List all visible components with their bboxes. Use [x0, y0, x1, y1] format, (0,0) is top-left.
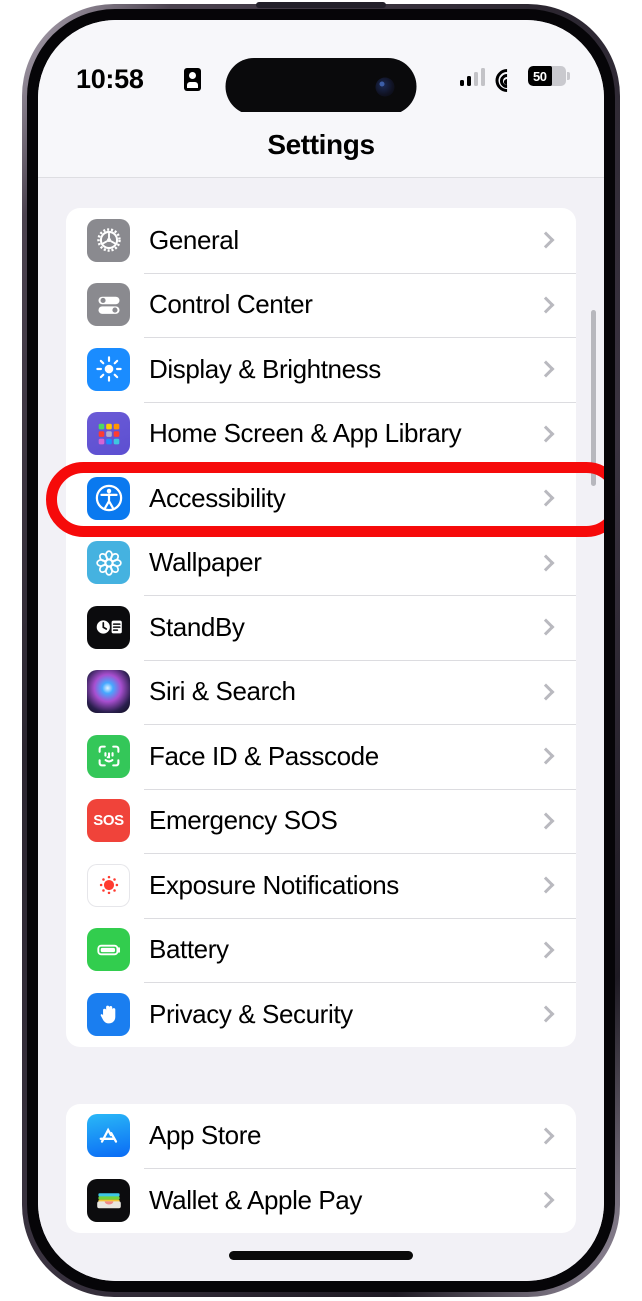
sidebar-item-battery[interactable]: Battery	[66, 917, 576, 983]
battery-cap	[567, 72, 570, 80]
face-id-icon	[87, 734, 130, 778]
chevron-right-icon	[537, 747, 555, 765]
sidebar-item-privacy-security[interactable]: Privacy & Security	[66, 982, 576, 1047]
sidebar-item-label: Siri & Search	[149, 676, 296, 707]
sidebar-item-label: Display & Brightness	[149, 353, 381, 384]
sidebar-item-control-center[interactable]: Control Center	[66, 272, 576, 338]
dynamic-island[interactable]	[225, 58, 417, 115]
app-grid-icon	[87, 412, 130, 456]
sidebar-item-siri-search[interactable]: Siri & Search	[66, 659, 576, 725]
sidebar-item-label: StandBy	[149, 611, 245, 642]
exposure-dot-icon	[87, 863, 130, 907]
sidebar-item-label: Home Screen & App Library	[149, 418, 462, 449]
sidebar-item-label: App Store	[149, 1120, 262, 1151]
nav-bar: Settings	[38, 112, 604, 178]
cellular-signal-icon	[459, 67, 485, 86]
battery-level-text: 50	[532, 68, 547, 84]
chevron-right-icon	[537, 876, 555, 894]
page-title: Settings	[267, 128, 375, 160]
accessibility-icon	[87, 476, 130, 520]
sidebar-item-label: Control Center	[149, 289, 313, 320]
earpiece-speaker	[256, 2, 386, 8]
gear-icon	[87, 218, 130, 262]
battery-icon: 50	[528, 66, 566, 86]
settings-group-primary: General Control Center Display & Brightn…	[66, 208, 576, 1047]
wallet-icon	[87, 1178, 130, 1222]
wifi-icon	[490, 63, 523, 97]
battery-status: 50	[528, 66, 570, 86]
sidebar-item-label: Emergency SOS	[149, 805, 338, 836]
sidebar-item-label: Exposure Notifications	[149, 869, 399, 900]
chevron-right-icon	[537, 683, 555, 701]
status-time: 10:58	[76, 64, 144, 94]
sidebar-item-accessibility[interactable]: Accessibility	[66, 466, 576, 531]
sidebar-item-standby[interactable]: StandBy	[66, 595, 576, 660]
id-card-icon	[184, 68, 201, 91]
brightness-sun-icon	[87, 347, 130, 391]
battery-icon	[87, 928, 130, 972]
sidebar-item-label: Battery	[149, 934, 229, 965]
chevron-right-icon	[537, 941, 555, 959]
status-bar: 10:58 50	[38, 20, 604, 115]
sidebar-item-label: Accessibility	[149, 482, 286, 513]
sidebar-item-home-screen[interactable]: Home Screen & App Library	[66, 401, 576, 467]
battery-fill: 50	[528, 66, 552, 86]
sidebar-item-wallpaper[interactable]: Wallpaper	[66, 530, 576, 596]
flower-icon	[87, 541, 130, 585]
status-indicators: 50	[459, 63, 570, 97]
toggles-icon	[87, 283, 130, 327]
chevron-right-icon	[537, 360, 555, 378]
phone-bezel: 10:58 50 Settings General Control Center…	[27, 2, 615, 1292]
chevron-right-icon	[537, 1191, 555, 1209]
sidebar-item-label: Wallet & Apple Pay	[149, 1184, 362, 1215]
sidebar-item-label: Privacy & Security	[149, 998, 353, 1029]
sidebar-item-display-brightness[interactable]: Display & Brightness	[66, 337, 576, 402]
standby-clock-icon	[87, 605, 130, 649]
sidebar-item-exposure-notifications[interactable]: Exposure Notifications	[66, 853, 576, 918]
chevron-right-icon	[537, 296, 555, 314]
sidebar-item-wallet-apple-pay[interactable]: Wallet & Apple Pay	[66, 1168, 576, 1233]
phone-screen: 10:58 50 Settings General Control Center…	[38, 20, 604, 1281]
hand-icon	[87, 992, 130, 1036]
sidebar-item-label: General	[149, 224, 239, 255]
sidebar-item-label: Face ID & Passcode	[149, 740, 379, 771]
app-store-icon	[87, 1114, 130, 1158]
chevron-right-icon	[537, 554, 555, 572]
chevron-right-icon	[537, 1005, 555, 1023]
chevron-right-icon	[537, 1127, 555, 1145]
chevron-right-icon	[537, 618, 555, 636]
sidebar-item-app-store[interactable]: App Store	[66, 1104, 576, 1169]
front-camera-icon	[375, 77, 395, 96]
chevron-right-icon	[537, 425, 555, 443]
settings-list-scroll[interactable]: General Control Center Display & Brightn…	[38, 179, 604, 1281]
settings-group-secondary: App Store Wallet & Apple Pay	[66, 1103, 576, 1233]
home-indicator-bar[interactable]	[229, 1251, 413, 1260]
sidebar-item-general[interactable]: General	[66, 208, 576, 273]
chevron-right-icon	[537, 812, 555, 830]
sos-icon: SOS	[87, 799, 130, 843]
siri-orb-icon	[87, 670, 130, 714]
sidebar-item-label: Wallpaper	[149, 547, 262, 578]
phone-frame: 10:58 50 Settings General Control Center…	[22, 2, 620, 1297]
sidebar-item-emergency-sos[interactable]: SOS Emergency SOS	[66, 788, 576, 854]
scrollbar-thumb[interactable]	[591, 310, 596, 486]
chevron-right-icon	[537, 231, 555, 249]
sidebar-item-face-id[interactable]: Face ID & Passcode	[66, 724, 576, 789]
chevron-right-icon	[537, 489, 555, 507]
